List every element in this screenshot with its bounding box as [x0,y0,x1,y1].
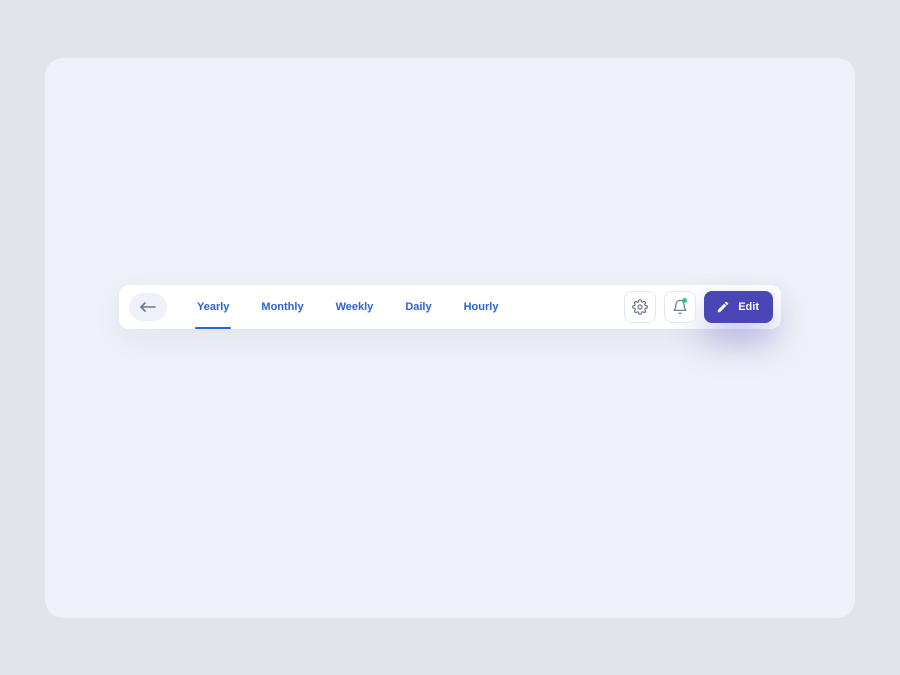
tab-weekly[interactable]: Weekly [334,285,376,329]
tab-hourly[interactable]: Hourly [462,285,501,329]
notification-dot-icon [682,298,687,303]
tab-daily[interactable]: Daily [403,285,433,329]
back-button[interactable] [129,293,167,321]
arrow-left-icon [140,302,156,312]
edit-button[interactable]: Edit [704,291,773,323]
gear-icon [632,299,648,315]
notifications-button[interactable] [664,291,696,323]
main-panel: Yearly Monthly Weekly Daily Hourly [45,58,855,618]
toolbar-actions: Edit [624,291,773,323]
settings-button[interactable] [624,291,656,323]
edit-button-label: Edit [738,301,759,313]
toolbar: Yearly Monthly Weekly Daily Hourly [119,285,781,329]
tab-yearly[interactable]: Yearly [195,285,231,329]
tab-monthly[interactable]: Monthly [259,285,305,329]
time-range-tabs: Yearly Monthly Weekly Daily Hourly [195,285,616,329]
pencil-icon [716,300,730,314]
